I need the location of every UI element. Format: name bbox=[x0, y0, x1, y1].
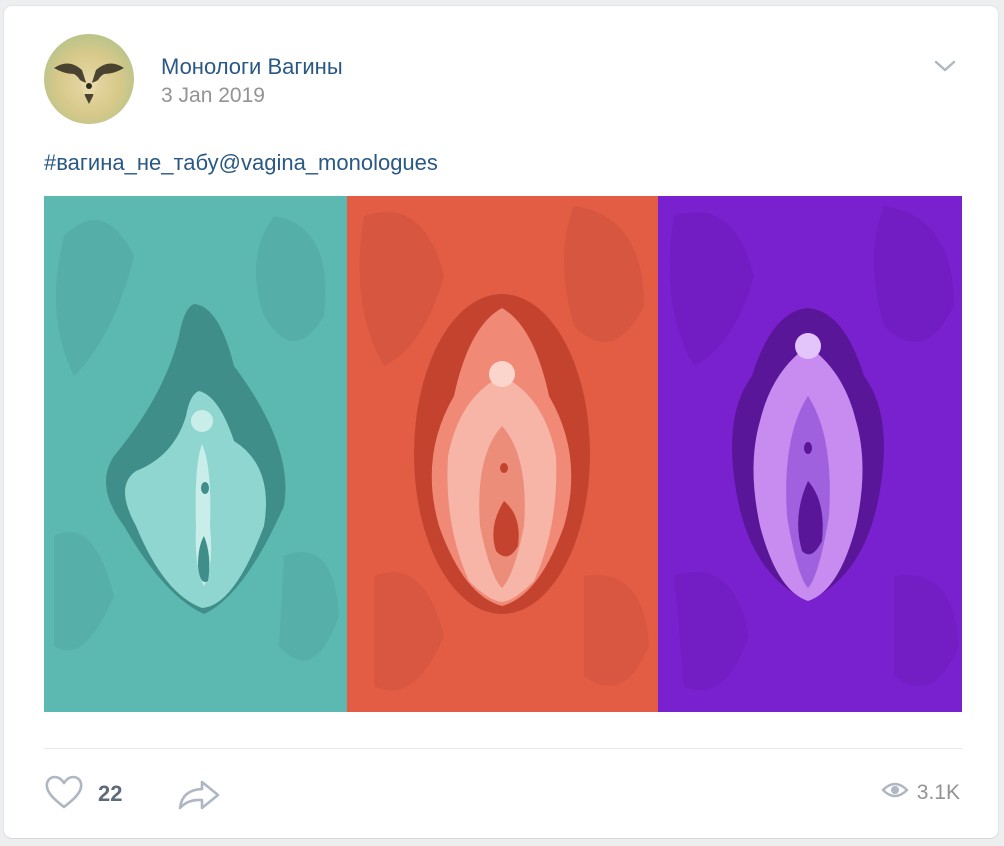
author-name[interactable]: Монологи Вагины bbox=[161, 54, 343, 80]
post-card: Монологи Вагины 3 Jan 2019 #вагина_не_та… bbox=[4, 6, 998, 838]
avatar[interactable] bbox=[44, 34, 134, 124]
heart-icon bbox=[44, 774, 84, 815]
footer-divider bbox=[44, 748, 962, 749]
views-counter: 3.1K bbox=[881, 780, 960, 805]
chevron-down-icon[interactable] bbox=[930, 54, 960, 76]
post-illustration bbox=[44, 196, 962, 712]
avatar-image bbox=[54, 63, 124, 104]
share-arrow-icon bbox=[178, 780, 220, 810]
views-count: 3.1K bbox=[916, 780, 960, 804]
eye-icon bbox=[881, 780, 909, 805]
post-image[interactable] bbox=[44, 196, 962, 712]
post-hashtag-link[interactable]: #вагина_не_табу@vagina_monologues bbox=[44, 150, 438, 176]
like-button[interactable]: 22 bbox=[44, 774, 122, 814]
share-button[interactable] bbox=[176, 776, 222, 814]
post-date[interactable]: 3 Jan 2019 bbox=[161, 84, 265, 108]
like-count: 22 bbox=[98, 781, 123, 806]
